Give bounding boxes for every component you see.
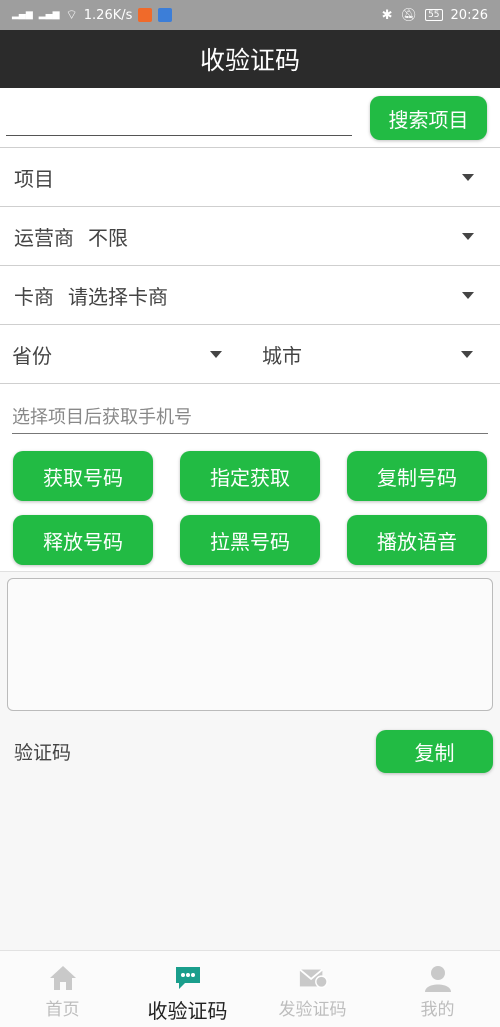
user-icon [423, 963, 453, 993]
bluetooth-icon: ✱ [381, 7, 393, 23]
chat-icon [173, 963, 203, 993]
nav-label-home: 首页 [45, 1000, 80, 1020]
send-mail-icon [298, 963, 328, 993]
status-left: ▂▄▆ ▂▄▆ ⌔ 1.26K/s [12, 7, 173, 23]
shield-icon [158, 8, 173, 22]
app-notification-icon [138, 8, 153, 22]
release-number-button[interactable]: 释放号码 [13, 515, 153, 565]
chevron-down-icon [462, 174, 474, 181]
province-select[interactable]: 省份 [12, 325, 52, 383]
status-time: 20:26 [450, 7, 488, 23]
message-textarea[interactable] [7, 578, 493, 711]
assign-get-button[interactable]: 指定获取 [180, 451, 320, 501]
card-merchant-value: 请选择卡商 [68, 284, 168, 309]
city-select[interactable]: 城市 [262, 325, 302, 383]
title-bar: 收验证码 [0, 30, 500, 88]
chevron-down-icon [462, 233, 474, 240]
play-voice-button[interactable]: 播放语音 [347, 515, 487, 565]
copy-number-button[interactable]: 复制号码 [347, 451, 487, 501]
card-merchant-label: 卡商 [14, 284, 54, 309]
copy-code-button[interactable]: 复制 [376, 730, 493, 773]
network-speed: 1.26K/s [83, 7, 133, 23]
get-number-button[interactable]: 获取号码 [13, 451, 153, 501]
bottom-nav: 首页 收验证码 发验证码 我的 [0, 950, 500, 1027]
status-bar: ▂▄▆ ▂▄▆ ⌔ 1.26K/s ✱ 🔕︎ 55 20:26 [0, 0, 500, 30]
phone-number-field[interactable] [12, 402, 488, 434]
search-input[interactable] [6, 102, 352, 136]
project-select[interactable]: 项目 [0, 148, 500, 207]
search-project-button[interactable]: 搜索项目 [370, 96, 487, 140]
nav-label-mine: 我的 [420, 1000, 455, 1020]
project-label: 项目 [14, 166, 54, 191]
city-label: 城市 [262, 343, 302, 368]
nav-item-send-code[interactable]: 发验证码 [250, 951, 375, 1027]
nav-item-receive-code[interactable]: 收验证码 [125, 951, 250, 1027]
page-title: 收验证码 [199, 46, 300, 75]
verification-code-label: 验证码 [14, 742, 72, 764]
nav-label-send-code: 发验证码 [278, 1000, 347, 1020]
nav-label-receive-code: 收验证码 [147, 999, 228, 1023]
signal-icon: ▂▄▆ [38, 9, 60, 20]
blacklist-number-button[interactable]: 拉黑号码 [180, 515, 320, 565]
operator-value: 不限 [88, 225, 128, 250]
chevron-down-icon[interactable] [210, 351, 222, 358]
nav-item-home[interactable]: 首页 [0, 951, 125, 1027]
province-label: 省份 [12, 343, 52, 368]
region-row: 省份 城市 [0, 325, 500, 384]
operator-label: 运营商 [14, 225, 74, 250]
card-merchant-select[interactable]: 卡商 请选择卡商 [0, 266, 500, 325]
battery-icon: 55 [425, 9, 443, 21]
wifi-icon: ⌔ [65, 8, 78, 23]
operator-select[interactable]: 运营商 不限 [0, 207, 500, 266]
signal-icon: ▂▄▆ [12, 9, 33, 20]
status-right: ✱ 🔕︎ 55 20:26 [382, 8, 488, 23]
nav-item-mine[interactable]: 我的 [375, 951, 500, 1027]
chevron-down-icon [462, 292, 474, 299]
mute-icon: 🔕︎ [400, 7, 418, 23]
home-icon [48, 963, 78, 993]
chevron-down-icon[interactable] [461, 351, 473, 358]
